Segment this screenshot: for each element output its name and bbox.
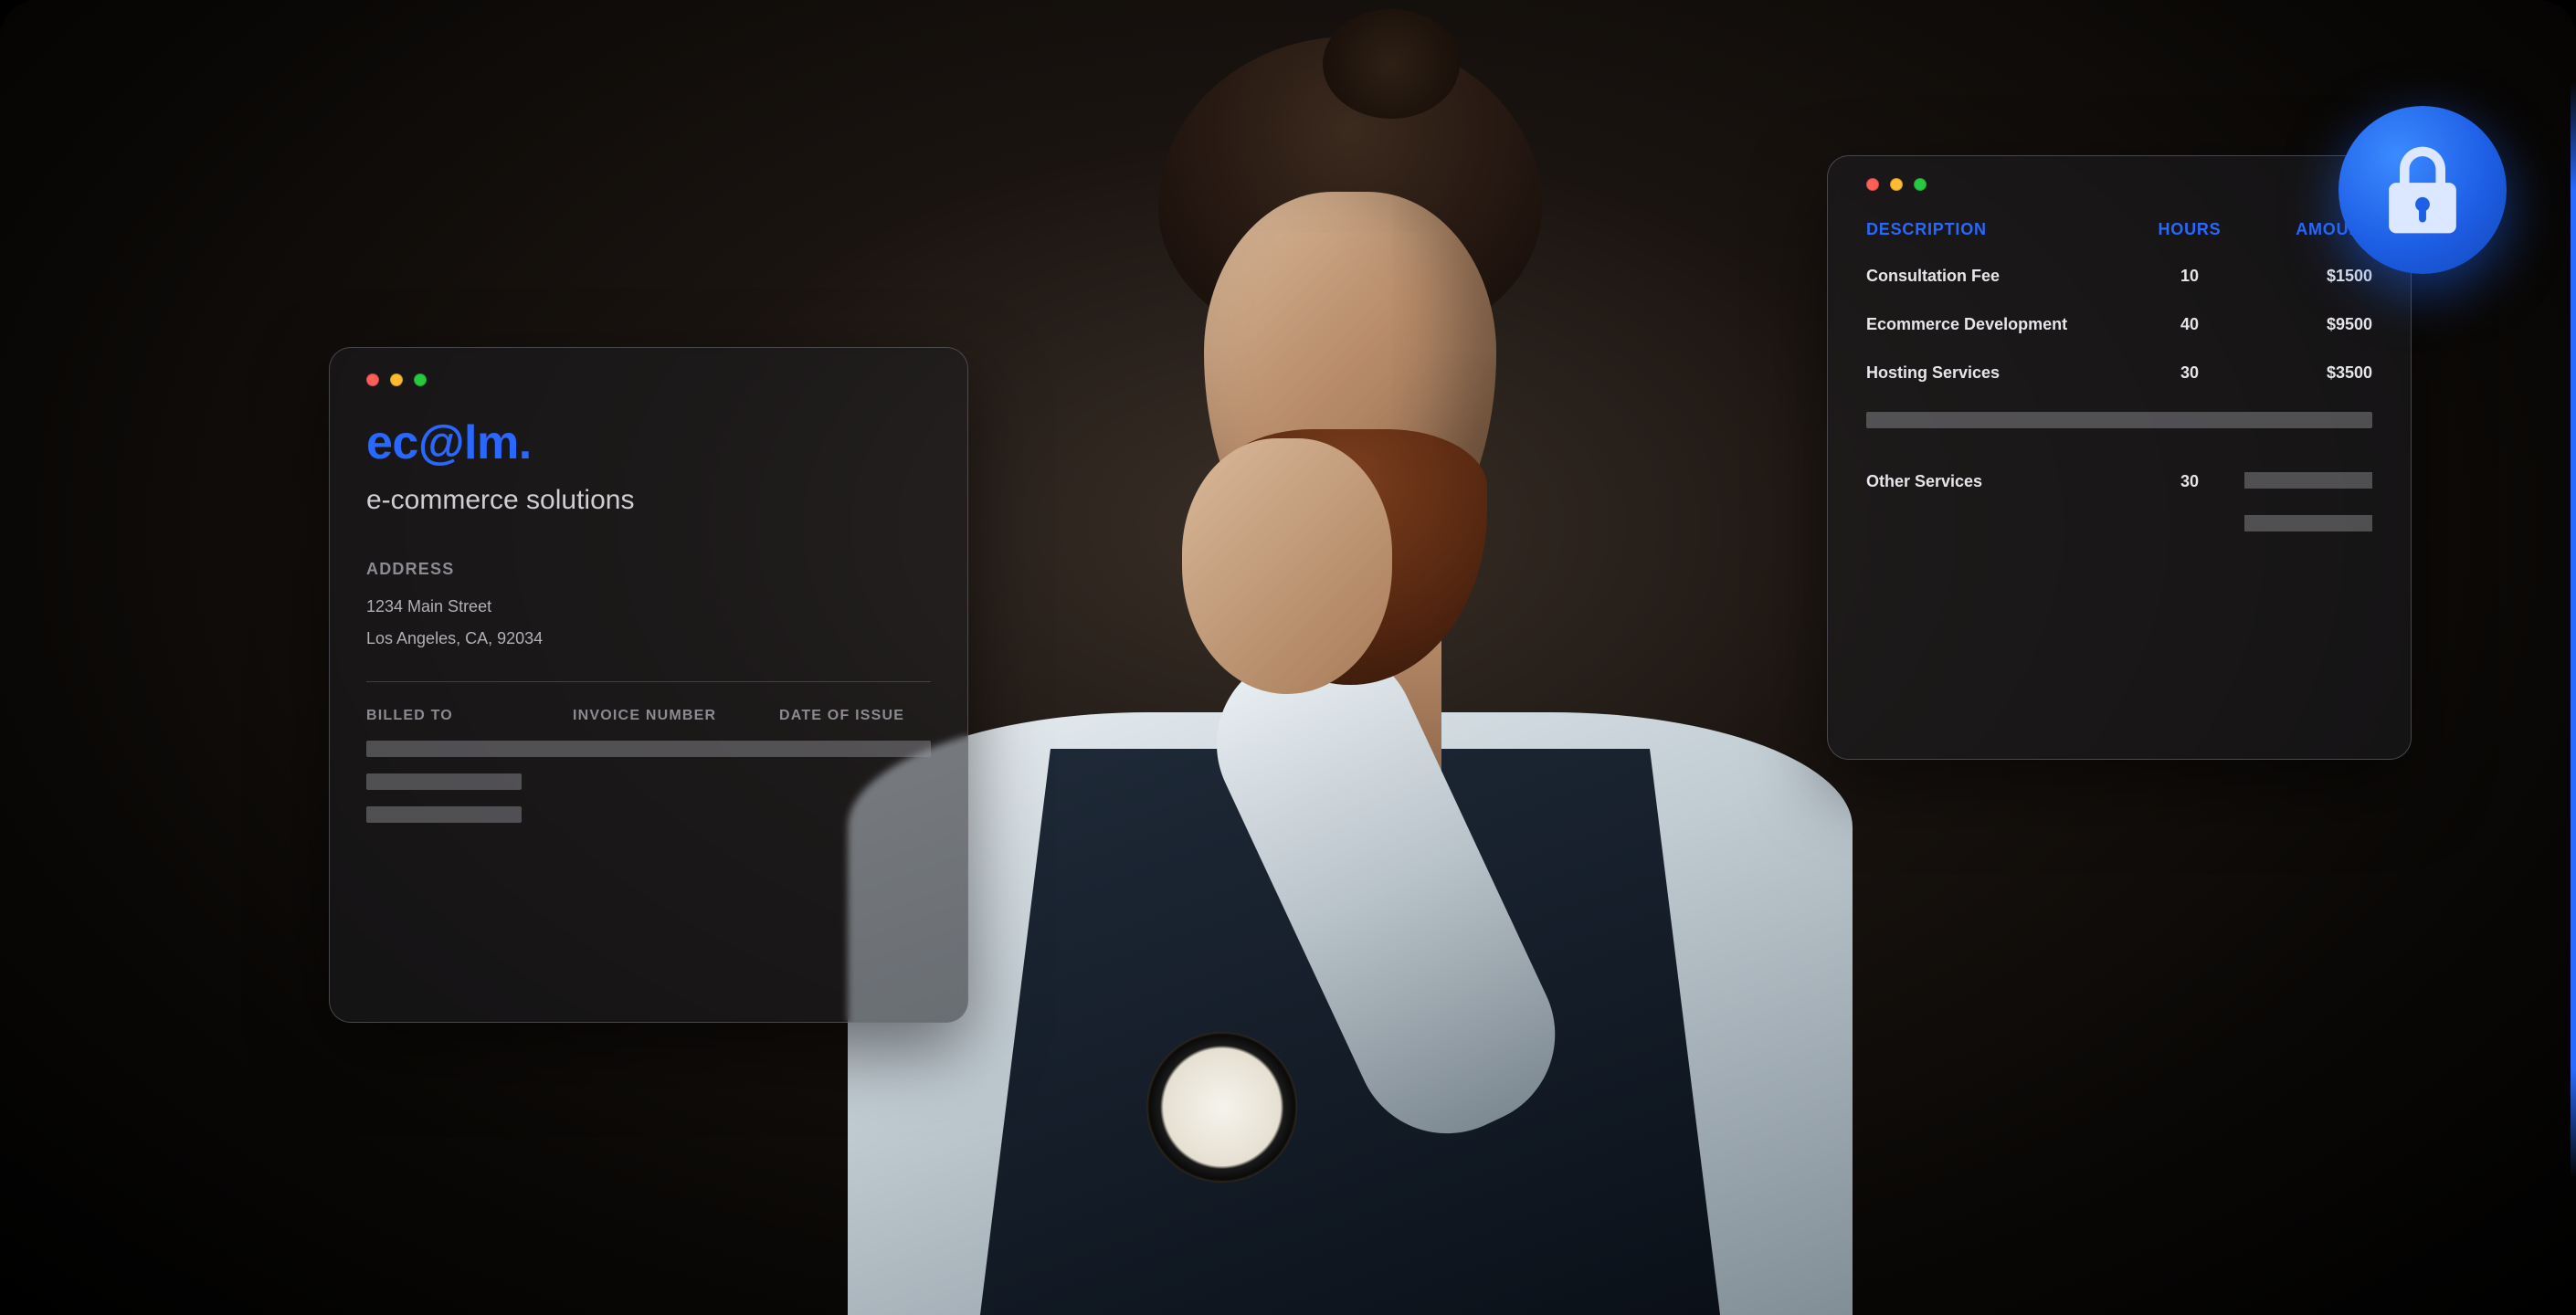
- address-line-2: Los Angeles, CA, 92034: [366, 629, 931, 648]
- table-row: Hosting Services 30 $3500: [1866, 363, 2372, 383]
- placeholder-line: [366, 806, 522, 823]
- brand-logo: ec@lm.: [366, 416, 931, 470]
- billed-to-label: BILLED TO: [366, 708, 518, 724]
- maximize-icon[interactable]: [1914, 178, 1927, 191]
- table-header: DESCRIPTION HOURS AMOUNT: [1866, 220, 2372, 239]
- security-lock-badge: [2338, 106, 2507, 274]
- window-controls: [366, 373, 931, 386]
- placeholder-lines: [366, 741, 931, 823]
- cell-description: Consultation Fee: [1866, 267, 2135, 286]
- address-line-1: 1234 Main Street: [366, 597, 931, 616]
- invoice-header-window: ec@lm. e-commerce solutions ADDRESS 1234…: [329, 347, 968, 1023]
- cell-description: Ecommerce Development: [1866, 315, 2135, 334]
- invoice-items-window: DESCRIPTION HOURS AMOUNT Consultation Fe…: [1827, 155, 2412, 760]
- col-description: DESCRIPTION: [1866, 220, 2135, 239]
- cell-hours: 10: [2135, 267, 2244, 286]
- brand-tagline: e-commerce solutions: [366, 485, 931, 516]
- col-hours: HOURS: [2135, 220, 2244, 239]
- cell-amount: $9500: [2244, 315, 2372, 334]
- window-controls: [1866, 178, 2372, 191]
- divider: [366, 681, 931, 682]
- invoice-meta-headers: BILLED TO INVOICE NUMBER DATE OF ISSUE: [366, 708, 931, 724]
- date-of-issue-label: DATE OF ISSUE: [779, 708, 931, 724]
- cell-amount: $3500: [2244, 363, 2372, 383]
- table-row: Other Services 30: [1866, 472, 2372, 491]
- cell-hours: 30: [2135, 363, 2244, 383]
- lock-icon: [2383, 144, 2462, 236]
- close-icon[interactable]: [1866, 178, 1879, 191]
- minimize-icon[interactable]: [390, 373, 403, 386]
- minimize-icon[interactable]: [1890, 178, 1903, 191]
- cell-description: Other Services: [1866, 472, 2135, 491]
- placeholder-row: [1866, 515, 2372, 531]
- table-row: Ecommerce Development 40 $9500: [1866, 315, 2372, 334]
- cell-hours: 40: [2135, 315, 2244, 334]
- hero-stage: ec@lm. e-commerce solutions ADDRESS 1234…: [0, 0, 2576, 1315]
- accent-edge: [2571, 82, 2576, 1178]
- cell-description: Hosting Services: [1866, 363, 2135, 383]
- cell-hours: 30: [2135, 472, 2244, 491]
- placeholder-line: [366, 741, 931, 757]
- placeholder-line: [366, 773, 522, 790]
- placeholder-line: [1866, 412, 2372, 428]
- close-icon[interactable]: [366, 373, 379, 386]
- invoice-number-label: INVOICE NUMBER: [573, 708, 724, 724]
- cell-amount-placeholder: [2244, 472, 2372, 491]
- cell-amount: $1500: [2244, 267, 2372, 286]
- address-label: ADDRESS: [366, 560, 931, 579]
- maximize-icon[interactable]: [414, 373, 427, 386]
- table-row: Consultation Fee 10 $1500: [1866, 267, 2372, 286]
